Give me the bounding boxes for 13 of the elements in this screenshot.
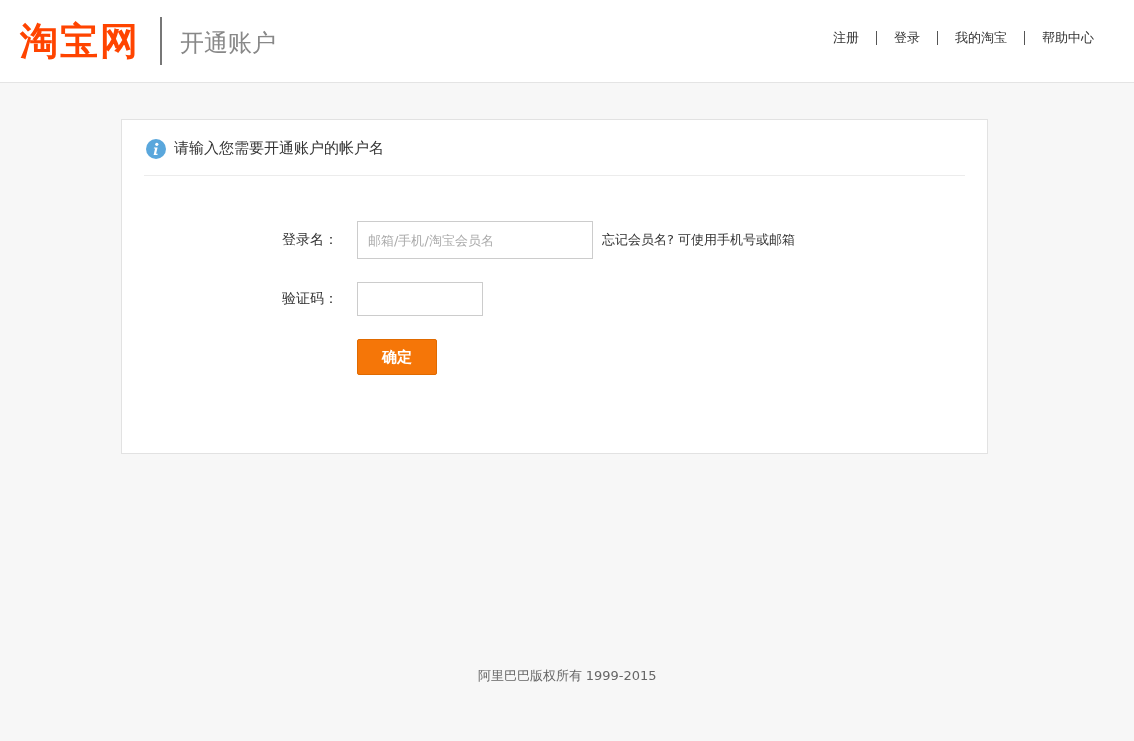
info-icon — [146, 138, 166, 159]
page-title: 开通账户 — [160, 17, 276, 65]
login-name-field[interactable]: 邮箱/手机/淘宝会员名 — [357, 221, 593, 259]
notice-text: 请输入您需要开通账户的帐户名 — [174, 139, 384, 158]
nav-link[interactable]: 注册 — [833, 29, 859, 47]
nav-link[interactable]: 我的淘宝 — [955, 29, 1007, 47]
copyright-text: 阿里巴巴版权所有 1999-2015 — [476, 667, 658, 685]
forgot-name-link[interactable]: 忘记会员名? 可使用手机号或邮箱 — [602, 231, 796, 249]
nav-link[interactable]: 帮助中心 — [1042, 29, 1094, 47]
field-label: 登录名： — [282, 231, 339, 249]
nav-link[interactable]: 登录 — [894, 29, 920, 47]
captcha-field[interactable] — [357, 282, 483, 316]
field-label: 验证码： — [282, 290, 339, 308]
